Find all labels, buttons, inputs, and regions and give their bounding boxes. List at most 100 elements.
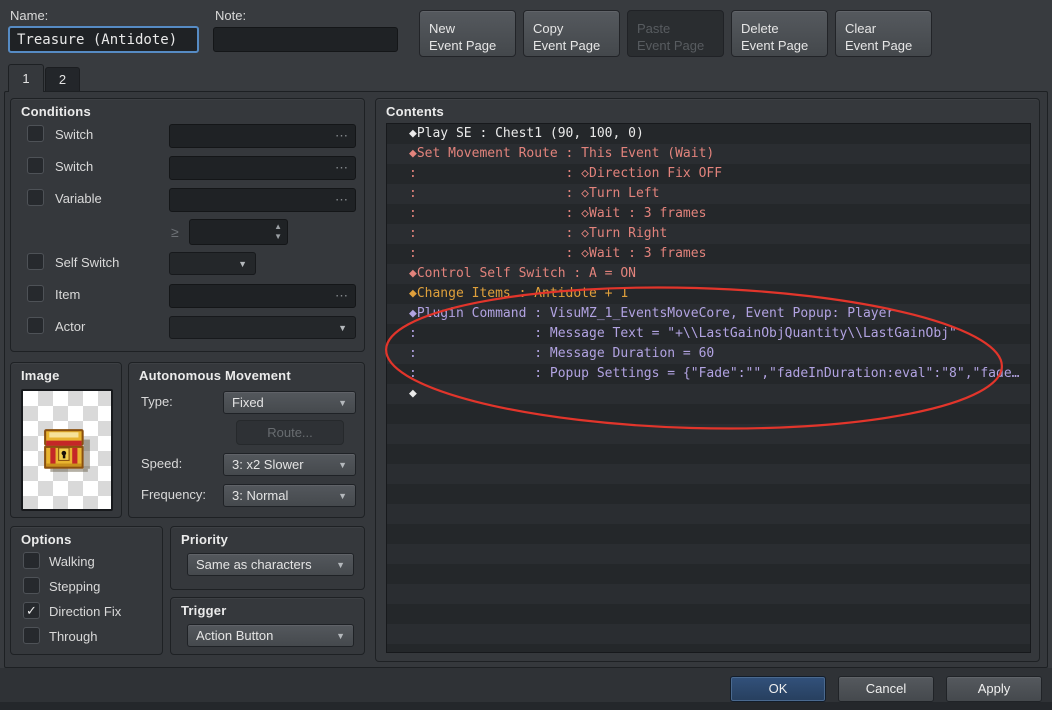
ok-button[interactable]: OK	[730, 676, 826, 702]
direction-fix-checkbox[interactable]: ✓	[23, 602, 40, 619]
variable-label: Variable	[55, 191, 102, 206]
priority-select[interactable]: Same as characters ▼	[187, 553, 354, 576]
chevron-down-icon: ▼	[336, 560, 345, 570]
trigger-group: Trigger Action Button ▼	[170, 597, 365, 655]
item-input[interactable]	[169, 284, 356, 308]
contents-group: Contents ◆Play SE : Chest1 (90, 100, 0) …	[375, 98, 1040, 662]
movement-frequency-select[interactable]: 3: Normal ▼	[223, 484, 356, 507]
priority-value: Same as characters	[196, 557, 312, 572]
event-command-row[interactable]: : : ◇Turn Right	[387, 224, 1030, 244]
movement-speed-select[interactable]: 3: x2 Slower ▼	[223, 453, 356, 476]
variable-browse-button[interactable]: ⋯	[335, 192, 349, 208]
name-input[interactable]	[8, 26, 199, 53]
route-button-label: Route...	[267, 425, 313, 440]
walking-label: Walking	[49, 554, 95, 569]
event-command-row[interactable]: : : ◇Wait : 3 frames	[387, 244, 1030, 264]
event-command-row[interactable]: ◆Control Self Switch : A = ON	[387, 264, 1030, 284]
conditions-group: Conditions Switch ⋯ Switch ⋯ Variable ⋯ …	[10, 98, 365, 352]
event-command-row[interactable]: ◆	[387, 384, 1030, 404]
stepping-checkbox[interactable]	[23, 577, 40, 594]
conditions-title: Conditions	[21, 104, 91, 119]
actor-label: Actor	[55, 319, 85, 334]
note-input[interactable]	[213, 27, 398, 52]
speed-label: Speed:	[141, 456, 182, 471]
frequency-label: Frequency:	[141, 487, 206, 502]
autonomous-movement-group: Autonomous Movement Type: Fixed ▼ Route.…	[128, 362, 365, 518]
chevron-down-icon: ▼	[338, 398, 347, 408]
through-checkbox[interactable]	[23, 627, 40, 644]
gte-operator: ≥	[171, 224, 179, 240]
stepping-label: Stepping	[49, 579, 100, 594]
switch1-browse-button[interactable]: ⋯	[335, 128, 349, 144]
button-label: Delete	[741, 21, 779, 36]
variable-value-spinner[interactable]: ▲ ▼	[189, 219, 288, 245]
trigger-select[interactable]: Action Button ▼	[187, 624, 354, 647]
event-command-row[interactable]: ◆Plugin Command : VisuMZ_1_EventsMoveCor…	[387, 304, 1030, 324]
chevron-down-icon: ▼	[338, 491, 347, 501]
priority-title: Priority	[181, 532, 228, 547]
contents-title: Contents	[386, 104, 444, 119]
button-label: New	[429, 21, 455, 36]
tab-page-1[interactable]: 1	[8, 64, 44, 92]
priority-group: Priority Same as characters ▼	[170, 526, 365, 590]
paste-event-page-button: Paste Event Page	[627, 10, 724, 57]
button-label: Event Page	[533, 38, 600, 53]
switch1-input[interactable]	[169, 124, 356, 148]
item-browse-button[interactable]: ⋯	[335, 288, 349, 304]
apply-button[interactable]: Apply	[946, 676, 1042, 702]
switch2-browse-button[interactable]: ⋯	[335, 160, 349, 176]
item-label: Item	[55, 287, 80, 302]
copy-event-page-button[interactable]: Copy Event Page	[523, 10, 620, 57]
movement-type-value: Fixed	[232, 395, 264, 410]
event-command-row[interactable]: ◆Play SE : Chest1 (90, 100, 0)	[387, 124, 1030, 144]
switch1-checkbox[interactable]	[27, 125, 44, 142]
switch2-checkbox[interactable]	[27, 157, 44, 174]
tab-page-2[interactable]: 2	[45, 67, 80, 92]
spin-up-icon[interactable]: ▲	[274, 222, 282, 232]
check-icon: ✓	[26, 603, 37, 618]
event-command-row[interactable]: : : ◇Direction Fix OFF	[387, 164, 1030, 184]
type-label: Type:	[141, 394, 173, 409]
switch2-label: Switch	[55, 159, 93, 174]
note-label: Note:	[215, 8, 246, 23]
event-command-row[interactable]: : : ◇Wait : 3 frames	[387, 204, 1030, 224]
event-command-row[interactable]: : : Message Text = "+\\LastGainObjQuanti…	[387, 324, 1030, 344]
button-label: Event Page	[637, 38, 704, 53]
movement-type-select[interactable]: Fixed ▼	[223, 391, 356, 414]
actor-checkbox[interactable]	[27, 317, 44, 334]
actor-select[interactable]: ▼	[169, 316, 356, 339]
switch2-input[interactable]	[169, 156, 356, 180]
trigger-value: Action Button	[196, 628, 273, 643]
spin-down-icon[interactable]: ▼	[274, 232, 282, 242]
walking-checkbox[interactable]	[23, 552, 40, 569]
event-command-row[interactable]: : : Message Duration = 60	[387, 344, 1030, 364]
event-command-row[interactable]: ◆Change Items : Antidote + 1	[387, 284, 1030, 304]
variable-input[interactable]	[169, 188, 356, 212]
event-command-row[interactable]: ◆Set Movement Route : This Event (Wait)	[387, 144, 1030, 164]
name-label: Name:	[10, 8, 48, 23]
window-bottom-edge	[0, 702, 1052, 710]
movement-speed-value: 3: x2 Slower	[232, 457, 304, 472]
event-command-list[interactable]: ◆Play SE : Chest1 (90, 100, 0) ◆Set Move…	[386, 123, 1031, 653]
options-group: Options Walking Stepping ✓ Direction Fix…	[10, 526, 163, 655]
movement-title: Autonomous Movement	[139, 368, 291, 383]
variable-checkbox[interactable]	[27, 189, 44, 206]
button-label: Event Page	[741, 38, 808, 53]
event-command-row[interactable]: : : ◇Turn Left	[387, 184, 1030, 204]
cancel-button[interactable]: Cancel	[838, 676, 934, 702]
self-switch-select[interactable]: ▼	[169, 252, 256, 275]
delete-event-page-button[interactable]: Delete Event Page	[731, 10, 828, 57]
image-title: Image	[21, 368, 60, 383]
new-event-page-button[interactable]: New Event Page	[419, 10, 516, 57]
event-image-picker[interactable]	[21, 389, 113, 511]
event-command-row[interactable]: : : Popup Settings = {"Fade":"","fadeInD…	[387, 364, 1030, 384]
through-label: Through	[49, 629, 97, 644]
self-switch-checkbox[interactable]	[27, 253, 44, 270]
movement-frequency-value: 3: Normal	[232, 488, 288, 503]
button-label: Event Page	[845, 38, 912, 53]
clear-event-page-button[interactable]: Clear Event Page	[835, 10, 932, 57]
chevron-down-icon: ▼	[238, 259, 247, 269]
trigger-title: Trigger	[181, 603, 226, 618]
button-label: Event Page	[429, 38, 496, 53]
item-checkbox[interactable]	[27, 285, 44, 302]
